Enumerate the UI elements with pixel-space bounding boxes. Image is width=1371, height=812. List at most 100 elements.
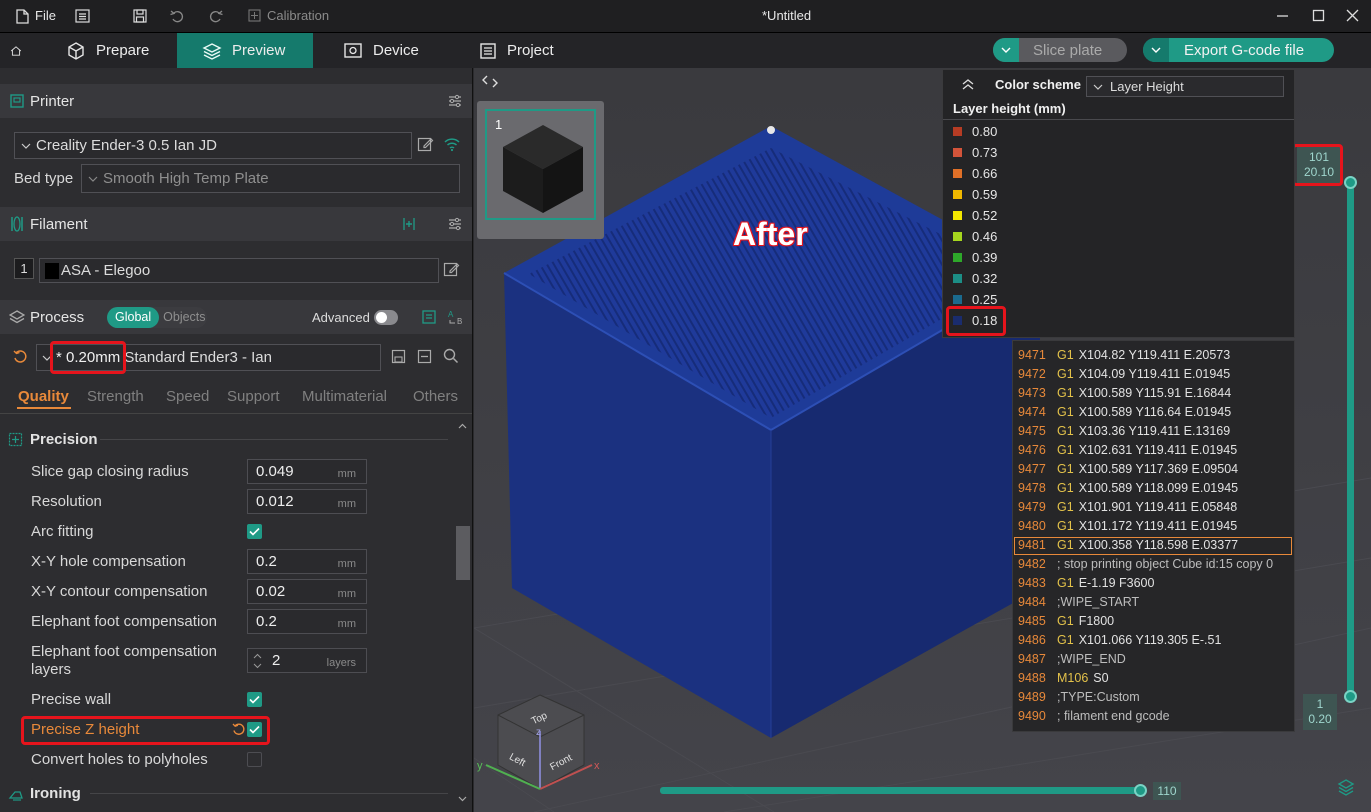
close-icon[interactable] <box>1346 9 1359 25</box>
filament-select[interactable]: ASA - Elegoo <box>39 258 439 283</box>
gcode-arguments: X101.172 Y119.411 E.01945 <box>1078 519 1238 533</box>
compare-icon[interactable] <box>421 309 437 325</box>
legend-value: 0.39 <box>972 250 998 265</box>
collapse-legend-icon[interactable] <box>961 78 975 90</box>
gcode-line[interactable]: 9471 G1 X104.82 Y119.411 E.20573 <box>1018 348 1230 362</box>
slice-plate-button[interactable]: Slice plate <box>993 38 1127 62</box>
redo-icon[interactable] <box>208 9 223 26</box>
export-dropdown-icon[interactable] <box>1143 38 1169 62</box>
reset-preset-icon[interactable] <box>13 349 28 364</box>
elephant-layers-value: 2 <box>272 652 281 669</box>
hamburger-menu-icon[interactable] <box>75 9 90 26</box>
slice-gap-input[interactable]: 0.049 mm <box>247 459 367 484</box>
gcode-line[interactable]: 9474 G1 X100.589 Y116.64 E.01945 <box>1018 405 1231 419</box>
gcode-line[interactable]: 9487 ;WIPE_END <box>1018 652 1126 666</box>
stepper-arrows-icon[interactable] <box>253 653 262 669</box>
add-filament-icon[interactable] <box>400 216 418 232</box>
settings-scrollbar[interactable] <box>455 418 470 808</box>
xy-hole-input[interactable]: 0.2 mm <box>247 549 367 574</box>
gcode-line[interactable]: 9485 G1 F1800 <box>1018 614 1114 628</box>
gcode-line[interactable]: 9490 ; filament end gcode <box>1018 709 1170 723</box>
minimize-icon[interactable] <box>1276 9 1289 25</box>
slice-dropdown-icon[interactable] <box>993 38 1019 62</box>
tab-prepare[interactable]: Prepare <box>66 33 176 68</box>
resolution-input[interactable]: 0.012 mm <box>247 489 367 514</box>
bed-type-select[interactable]: Smooth High Temp Plate <box>81 164 460 193</box>
gcode-line[interactable]: 9480 G1 X101.172 Y119.411 E.01945 <box>1018 519 1237 533</box>
save-preset-icon[interactable] <box>391 349 406 364</box>
plate-thumbnail[interactable]: 1 <box>485 109 596 220</box>
arc-fitting-checkbox[interactable] <box>247 524 262 539</box>
tab-preview[interactable]: Preview <box>177 33 313 68</box>
gcode-line[interactable]: 9488 M106 S0 <box>1018 671 1109 685</box>
scrollbar-thumb[interactable] <box>456 526 470 580</box>
subtab-others[interactable]: Others <box>413 388 458 405</box>
gcode-line[interactable]: 9482 ; stop printing object Cube id:15 co… <box>1018 557 1273 571</box>
gcode-line[interactable]: 9484 ;WIPE_START <box>1018 595 1139 609</box>
legend-toggle-icon[interactable] <box>1337 778 1355 796</box>
tab-device[interactable]: Device <box>343 33 453 68</box>
filament-settings-icon[interactable] <box>447 216 463 232</box>
wifi-icon[interactable] <box>443 136 461 152</box>
printer-settings-icon[interactable] <box>447 93 463 109</box>
edit-printer-icon[interactable] <box>417 136 434 153</box>
xy-contour-input[interactable]: 0.02 mm <box>247 579 367 604</box>
calibration-icon[interactable] <box>248 9 261 25</box>
subtab-strength[interactable]: Strength <box>87 388 144 405</box>
edit-filament-icon[interactable] <box>443 261 460 278</box>
layer-range-track[interactable] <box>1347 181 1354 698</box>
gcode-line[interactable]: 9472 G1 X104.09 Y119.411 E.01945 <box>1018 367 1230 381</box>
elephant-foot-input[interactable]: 0.2 mm <box>247 609 367 634</box>
legend-value: 0.25 <box>972 292 998 307</box>
gcode-line[interactable]: 9479 G1 X101.901 Y119.411 E.05848 <box>1018 500 1237 514</box>
save-icon[interactable] <box>133 9 147 26</box>
advanced-toggle[interactable] <box>374 309 398 325</box>
gcode-line-number: 9482 <box>1018 557 1046 571</box>
gcode-line[interactable]: 9475 G1 X103.36 Y119.411 E.13169 <box>1018 424 1230 438</box>
gcode-line[interactable]: 9476 G1 X102.631 Y119.411 E.01945 <box>1018 443 1237 457</box>
view-navigation-cube[interactable]: Top Left Front z x y <box>474 693 614 812</box>
layer-lower-handle[interactable] <box>1344 690 1357 703</box>
scroll-up-icon[interactable] <box>458 423 467 429</box>
color-scheme-select[interactable]: Layer Height <box>1086 76 1284 97</box>
plate-thumbnail-panel[interactable]: 1 <box>477 101 604 239</box>
gcode-line[interactable]: 9486 G1 X101.066 Y119.305 E-.51 <box>1018 633 1221 647</box>
convert-holes-checkbox[interactable] <box>247 752 262 767</box>
gcode-line[interactable]: 9483 G1 E-1.19 F3600 <box>1018 576 1154 590</box>
undo-icon[interactable] <box>170 9 185 26</box>
calibration-menu[interactable]: Calibration <box>267 8 329 23</box>
file-icon[interactable] <box>16 9 29 27</box>
global-objects-toggle[interactable]: Global Objects <box>107 306 207 328</box>
subtab-speed[interactable]: Speed <box>166 388 209 405</box>
move-slider-track[interactable] <box>660 787 1143 794</box>
search-icon[interactable] <box>443 348 459 364</box>
objects-option[interactable]: Objects <box>163 310 205 324</box>
subtab-support[interactable]: Support <box>227 388 280 405</box>
tab-project[interactable]: Project <box>479 33 589 68</box>
process-section-title: Process <box>30 308 85 326</box>
subtab-quality[interactable]: Quality <box>18 388 69 405</box>
delete-preset-icon[interactable] <box>417 349 432 364</box>
filament-color-swatch[interactable] <box>45 262 59 279</box>
gcode-line[interactable]: 9473 G1 X100.589 Y115.91 E.16844 <box>1018 386 1231 400</box>
layer-upper-handle[interactable] <box>1344 176 1357 189</box>
printer-select[interactable]: Creality Ender-3 0.5 Ian JD <box>14 132 412 159</box>
gcode-line[interactable]: 9477 G1 X100.589 Y117.369 E.09504 <box>1018 462 1238 476</box>
subtab-multimaterial[interactable]: Multimaterial <box>302 388 387 405</box>
home-icon[interactable] <box>10 33 32 68</box>
nav-x-label: x <box>594 760 600 772</box>
file-menu[interactable]: File <box>35 8 56 23</box>
gcode-line[interactable]: 9489 ;TYPE:Custom <box>1018 690 1140 704</box>
move-slider-handle[interactable] <box>1134 784 1147 797</box>
global-option[interactable]: Global <box>107 306 160 328</box>
collapse-sidebar-button[interactable] <box>479 70 501 92</box>
elephant-layers-stepper[interactable]: 2 layers <box>247 648 367 673</box>
precise-wall-checkbox[interactable] <box>247 692 262 707</box>
gcode-line[interactable]: 9478 G1 X100.589 Y118.099 E.01945 <box>1018 481 1238 495</box>
export-gcode-button[interactable]: Export G-code file <box>1143 38 1334 62</box>
ab-compare-icon[interactable]: AB <box>447 308 465 326</box>
gcode-line[interactable]: 9481 G1 X100.358 Y118.598 E.03377 <box>1018 538 1238 552</box>
scroll-down-icon[interactable] <box>458 796 467 802</box>
maximize-icon[interactable] <box>1312 9 1325 25</box>
gcode-line-number: 9481 <box>1018 538 1046 552</box>
